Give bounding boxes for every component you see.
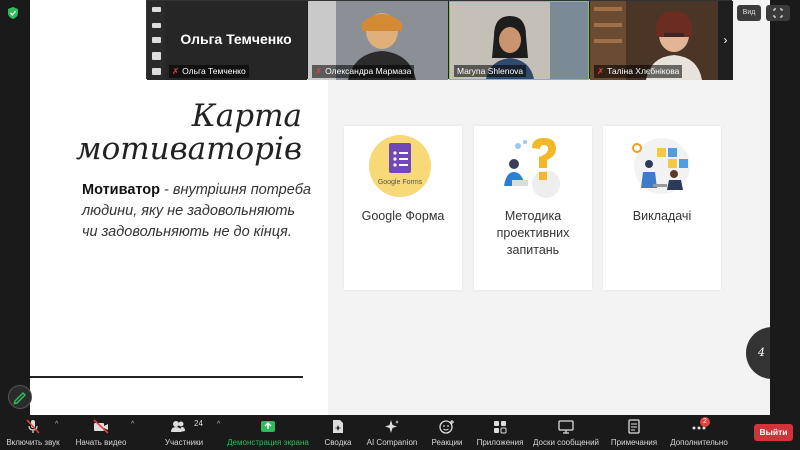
fullscreen-button[interactable] bbox=[766, 5, 790, 21]
share-screen-label: Демонстрация экрана bbox=[227, 438, 309, 447]
slide-definition: Мотиватор - внутрішня потреба людини, як… bbox=[82, 180, 312, 243]
participants-button[interactable]: 24 Участники bbox=[160, 415, 208, 450]
muted-mic-icon: ✗ bbox=[597, 66, 605, 76]
more-notification-badge: 2 bbox=[700, 417, 710, 427]
summary-doc-icon bbox=[333, 420, 343, 433]
google-forms-logo: Google Forms bbox=[369, 135, 431, 197]
reactions-button[interactable]: Реакции bbox=[428, 415, 466, 450]
notes-label: Примечания bbox=[610, 438, 658, 447]
participants-label: Участники bbox=[164, 438, 204, 447]
muted-mic-icon: ✗ bbox=[172, 66, 180, 76]
audio-options-caret[interactable]: ^ bbox=[50, 415, 60, 450]
share-screen-icon bbox=[261, 421, 275, 432]
teachers-illustration bbox=[632, 138, 690, 194]
card-label: Методика проективних запитань bbox=[496, 209, 570, 257]
view-button[interactable]: Вид bbox=[737, 5, 761, 21]
participant-tile-3-active-speaker[interactable]: Maryna Shlenova bbox=[449, 1, 589, 80]
participant-big-name: Ольга Темченко bbox=[180, 31, 292, 47]
annotate-pencil-button[interactable] bbox=[8, 385, 32, 409]
participant-tile-1[interactable]: Ольга Темченко ✗ Ольга Темченко bbox=[165, 1, 307, 80]
strip-view-controls[interactable] bbox=[147, 1, 165, 80]
slide-divider-line bbox=[30, 376, 303, 378]
fullscreen-icon bbox=[773, 8, 783, 18]
card-label: Викладачі bbox=[632, 209, 692, 223]
participant-name-label: ✗ Ольга Темченко bbox=[169, 65, 249, 78]
share-screen-button[interactable]: Демонстрация экрана bbox=[226, 415, 310, 450]
more-label: Дополнительно bbox=[670, 438, 728, 447]
apps-button[interactable]: Приложения bbox=[474, 415, 526, 450]
reaction-smiley-icon bbox=[439, 420, 454, 434]
reactions-label: Реакции bbox=[431, 438, 463, 447]
participants-options-caret[interactable]: ^ bbox=[212, 415, 222, 450]
chevron-up-icon: ^ bbox=[55, 421, 59, 428]
start-video-label: Начать видео bbox=[75, 438, 127, 447]
strip-next-page-chevron-icon[interactable]: › bbox=[718, 1, 733, 80]
participants-video-strip: Ольга Темченко ✗ Ольга Темченко ✗ Олександ… bbox=[146, 0, 733, 80]
leave-meeting-button[interactable]: Выйти bbox=[754, 424, 793, 441]
notes-icon bbox=[628, 419, 640, 434]
chevron-up-icon: ^ bbox=[131, 421, 135, 428]
question-person-illustration bbox=[504, 138, 560, 198]
slide-title-line1: Карта bbox=[191, 98, 302, 134]
card-label: Google Форма bbox=[361, 209, 445, 223]
apps-grid-icon bbox=[494, 421, 507, 434]
participant-name-label: ✗ Таліна Хлєбнікова bbox=[594, 65, 683, 78]
video-off-icon bbox=[93, 419, 109, 434]
muted-microphone-icon bbox=[26, 419, 40, 434]
whiteboards-button[interactable]: Доски сообщений bbox=[530, 415, 602, 450]
apps-label: Приложения bbox=[476, 438, 524, 447]
zoom-meeting-window: Карта мотиваторів Мотиватор - внутрішня … bbox=[0, 0, 800, 450]
definition-term: Мотиватор bbox=[82, 182, 161, 198]
summary-button[interactable]: Сводка bbox=[318, 415, 358, 450]
ai-sparkle-icon bbox=[385, 420, 399, 433]
start-video-button[interactable]: Начать видео bbox=[70, 415, 132, 450]
participants-count: 24 bbox=[194, 419, 203, 428]
video-options-caret[interactable]: ^ bbox=[126, 415, 136, 450]
participant-name-label: Maryna Shlenova bbox=[454, 65, 527, 77]
chevron-up-icon: ^ bbox=[217, 421, 221, 428]
hide-video-icon[interactable] bbox=[152, 23, 161, 28]
card-google-form: Google Forms Google Форма bbox=[344, 126, 462, 290]
summary-label: Сводка bbox=[324, 438, 352, 447]
minimize-icon[interactable] bbox=[152, 7, 161, 12]
whiteboards-label: Доски сообщений bbox=[532, 438, 599, 447]
slide-title-line2: мотиваторів bbox=[75, 131, 302, 167]
participant-tile-4[interactable]: ✗ Таліна Хлєбнікова bbox=[590, 1, 718, 80]
ai-companion-label: AI Companion bbox=[366, 438, 418, 447]
participant-name-label: ✗ Олександра Мармаза bbox=[312, 65, 415, 78]
participants-icon bbox=[171, 421, 185, 432]
card-projective-questions: Методика проективних запитань bbox=[474, 126, 592, 290]
notes-button[interactable]: Примечания bbox=[608, 415, 660, 450]
google-forms-logo-text: Google Forms bbox=[378, 179, 423, 186]
speaker-view-icon[interactable] bbox=[152, 68, 161, 75]
grid-view-icon[interactable] bbox=[152, 52, 161, 60]
card-teachers: Викладачі bbox=[603, 126, 721, 290]
ai-companion-button[interactable]: AI Companion bbox=[364, 415, 420, 450]
security-shield-icon[interactable] bbox=[6, 6, 20, 20]
more-button[interactable]: 2 Дополнительно bbox=[666, 415, 732, 450]
muted-mic-icon: ✗ bbox=[315, 66, 323, 76]
strip-view-icon[interactable] bbox=[152, 37, 161, 43]
participant-tile-2[interactable]: ✗ Олександра Мармаза bbox=[308, 1, 448, 80]
whiteboard-icon bbox=[558, 420, 574, 434]
pencil-icon bbox=[13, 391, 27, 405]
meeting-toolbar: Включить звук ^ Начать видео ^ 24 Участн… bbox=[0, 415, 800, 450]
